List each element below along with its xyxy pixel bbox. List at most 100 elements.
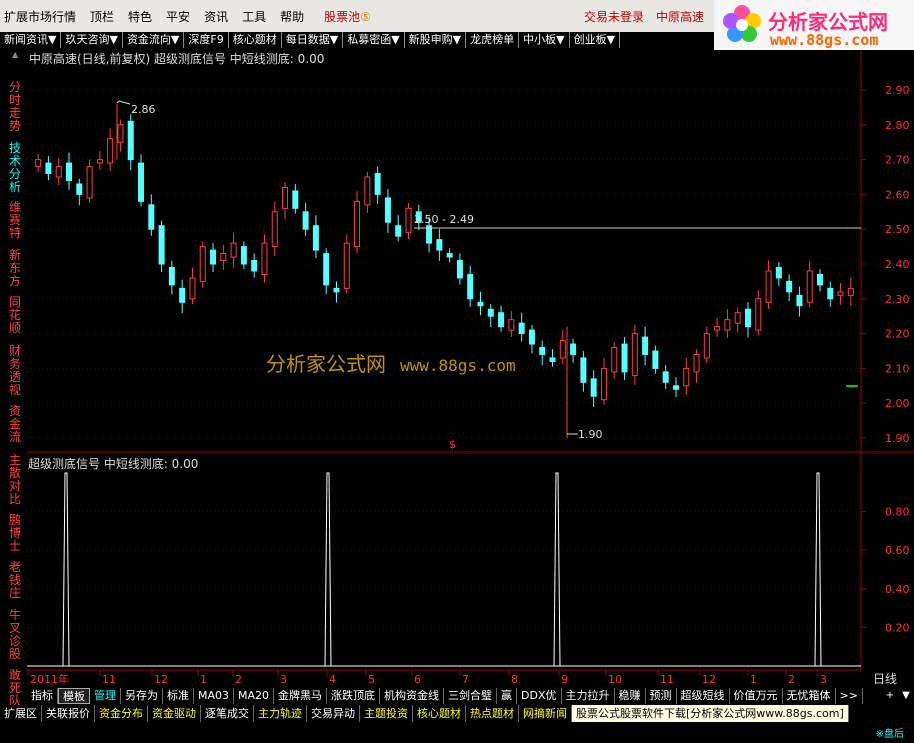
annotation-low: 1.90 [578,428,603,441]
nav-daily-data[interactable]: 每日数据▼ [282,32,344,48]
toolbar-save-as[interactable]: 另存为 [121,688,163,704]
candle-body [703,333,710,359]
scroll-down-icon[interactable]: ▼ [900,688,912,704]
sidebar-tab-capital[interactable]: 资金流 [9,405,23,444]
toolbar-template[interactable]: 模板 [58,688,90,704]
ext-tab-anomaly[interactable]: 交易异动 [307,705,360,722]
toolbar-top-bottom[interactable]: 涨跌顶底 [327,688,381,704]
menu-item-topbar[interactable]: 顶栏 [90,8,114,25]
candle-body [199,246,206,282]
ext-tab-core-topic[interactable]: 核心题材 [413,705,466,722]
ext-tab-area[interactable]: 扩展区 [0,705,42,722]
ext-tab-theme-invest[interactable]: 主题投资 [360,705,413,722]
ext-tab-hot-topic[interactable]: 热点题材 [466,705,519,722]
candle-body [271,211,278,248]
candle-body [744,308,751,328]
candle-body [827,287,834,300]
stock-pool-button[interactable]: 股票池⑤ [324,8,371,25]
toolbar-three-swords[interactable]: 三剑合璧 [444,688,498,704]
price-tick-label: 2.30 [885,293,910,306]
candle-body [220,253,227,262]
toolbar-steady[interactable]: 稳赚 [615,688,646,704]
time-tick-label: 6 [414,673,421,686]
sidebar-tab-pengboshi[interactable]: 鹏博士 [9,514,23,553]
status-bar: ※盘后 [0,722,914,743]
toolbar-win[interactable]: 赢 [497,688,518,704]
sidebar-tab-diagnose[interactable]: 牛叉诊股 [9,609,23,661]
signal-spike [553,472,561,667]
ext-tab-capital-distribution[interactable]: 资金分布 [95,705,148,722]
menu-item-news[interactable]: 资讯 [204,8,228,25]
toolbar-inst-capital[interactable]: 机构资金线 [380,688,445,704]
sidebar-scroll-up-icon[interactable]: ▲ [12,50,18,59]
nav-capital-flow[interactable]: 资金流向▼ [123,32,185,48]
price-tick-label: 1.90 [885,432,910,445]
candle-body [230,242,237,258]
menu-item-market[interactable]: 扩展市场行情 [4,8,76,25]
nav-private-letter[interactable]: 私募密函▼ [343,32,405,48]
toolbar-standard[interactable]: 标准 [163,688,194,704]
nav-jiutian[interactable]: 玖天咨询▼ [61,32,123,48]
toolbar-more[interactable]: >> [836,688,863,704]
indicator-tick-label: 0.40 [885,583,910,596]
ad-banner-link[interactable]: 股票公式股票软件下载[分析家公式网www.88gs.com] [572,705,849,722]
candlesticks [35,103,854,438]
candle-body [796,294,803,307]
toolbar-main-pull[interactable]: 主力拉升 [562,688,615,704]
main-gridlines [27,89,861,439]
sidebar-tab-gansidui[interactable]: 敢死队 [9,669,23,708]
nav-core-topics[interactable]: 核心题材 [229,32,282,48]
candle-body [292,190,299,209]
toolbar-value[interactable]: 价值万元 [730,688,783,704]
toolbar-indicator[interactable]: 指标 [27,688,58,704]
nav-depth-f9[interactable]: 深度F9 [184,32,229,48]
ext-tab-main-track[interactable]: 主力轨迹 [254,705,307,722]
menu-item-tools[interactable]: 工具 [242,8,266,25]
candle-body [755,298,762,331]
toolbar-manage[interactable]: 管理 [90,688,121,704]
toolbar-box[interactable]: 无忧箱体 [783,688,836,704]
sidebar-tab-weisaite[interactable]: 维赛特 [9,201,23,240]
toolbar-super-short[interactable]: 超级短线 [677,688,730,704]
ext-tab-web-news[interactable]: 网摘新闻 [519,705,572,722]
candle-body [364,176,371,206]
nav-sme-board[interactable]: 中小板▼ [519,32,570,48]
toolbar-ma03[interactable]: MA03 [194,688,235,704]
sidebar-tab-xindongfang[interactable]: 新东方 [9,249,23,288]
toolbar-ma20[interactable]: MA20 [234,688,275,704]
toolbar-forecast[interactable]: 预测 [646,688,677,704]
candle-body [35,159,42,168]
ext-tab-tick[interactable]: 逐笔成交 [201,705,254,722]
menu-item-pingan[interactable]: 平安 [166,8,190,25]
nav-dragon-tiger[interactable]: 龙虎榜单 [466,32,520,48]
trade-login-status[interactable]: 交易未登录 [584,8,644,25]
candle-body [765,270,772,303]
candle-body [621,343,628,373]
sidebar-tab-laoqianzhuang[interactable]: 老钱庄 [9,561,23,600]
nav-chinext[interactable]: 创业板▼ [570,32,621,48]
sidebar-tab-main-vs-retail[interactable]: 主散对比 [9,454,23,506]
sidebar-tab-tonghuashun[interactable]: 同花顺 [9,296,23,335]
sidebar-tab-intraday[interactable]: 分时走势 [9,81,23,133]
candle-body [189,277,196,300]
toolbar-gold-horse[interactable]: 金牌黑马 [274,688,328,704]
nav-news[interactable]: 新闻资讯▼ [0,32,62,48]
flower-logo-icon [723,5,761,42]
time-tick-label: 4 [329,673,336,686]
candle-body [611,347,618,373]
toolbar-ddx[interactable]: DDX优 [517,688,562,704]
period-label[interactable]: 日线 [873,672,897,686]
time-tick-label: 2 [788,673,795,686]
candle-body [66,162,73,181]
time-tick-label: 1 [200,673,207,686]
scroll-plus-icon[interactable]: + [884,688,896,704]
ext-tab-related-quote[interactable]: 关联报价 [42,705,95,722]
nav-ipo[interactable]: 新股申购▼ [405,32,467,48]
menu-item-features[interactable]: 特色 [128,8,152,25]
ext-tab-capital-drive[interactable]: 资金驱动 [148,705,201,722]
sidebar-tab-financial[interactable]: 财务透视 [9,345,23,397]
candle-body [693,353,700,373]
menu-item-help[interactable]: 帮助 [280,8,304,25]
sidebar-tab-technical[interactable]: 技术分析 [9,142,23,194]
price-tick-label: 2.00 [885,397,910,410]
